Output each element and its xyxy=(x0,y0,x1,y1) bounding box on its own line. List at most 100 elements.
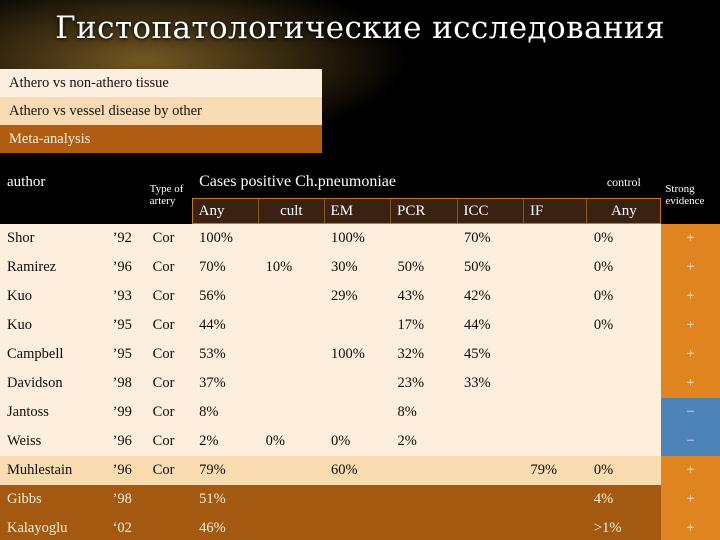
table-row: Jantoss ’99 Cor 8% 8% − xyxy=(0,398,720,427)
bullet-list: Athero vs non-athero tissue Athero vs ve… xyxy=(0,69,322,153)
if-cell xyxy=(523,398,587,427)
cult-cell: 0% xyxy=(258,427,325,456)
author-cell: Kuo xyxy=(0,311,106,340)
year-cell: ’96 xyxy=(105,253,146,282)
bullet-item-athero-vs-non-athero[interactable]: Athero vs non-athero tissue xyxy=(0,69,322,97)
if-cell: 79% xyxy=(523,456,587,485)
artery-cell: Cor xyxy=(145,311,193,340)
em-cell: 30% xyxy=(324,253,391,282)
icc-cell: 45% xyxy=(457,340,524,369)
any-cell: 8% xyxy=(192,398,259,427)
column-header-strong-evidence: Strong evidence xyxy=(660,166,720,224)
strong-evidence-cell: + xyxy=(660,223,720,253)
year-cell: ’92 xyxy=(105,223,146,253)
strong-evidence-cell: + xyxy=(660,340,720,369)
bullet-item-athero-vs-vessel-disease[interactable]: Athero vs vessel disease by other xyxy=(0,97,322,125)
artery-cell xyxy=(145,485,193,514)
strong-evidence-cell: + xyxy=(660,514,720,540)
table-row: Muhlestain ’96 Cor 79% 60% 79% 0% + xyxy=(0,456,720,485)
artery-cell: Cor xyxy=(145,427,193,456)
control-cell: 4% xyxy=(586,485,661,514)
icc-cell: 70% xyxy=(457,223,524,253)
if-cell xyxy=(523,427,587,456)
em-cell xyxy=(324,514,391,540)
cult-cell xyxy=(258,282,325,311)
pcr-cell: 17% xyxy=(390,311,458,340)
em-cell: 100% xyxy=(324,340,391,369)
year-cell: ’98 xyxy=(105,369,146,398)
pcr-cell xyxy=(390,223,458,253)
bullet-item-meta-analysis[interactable]: Meta-analysis xyxy=(0,125,322,153)
any-cell: 51% xyxy=(192,485,259,514)
table-row: Gibbs ’98 51% 4% + xyxy=(0,485,720,514)
table-row: Kalayoglu ‘02 46% >1% + xyxy=(0,514,720,540)
table-row: Kuo ’95 Cor 44% 17% 44% 0% + xyxy=(0,311,720,340)
icc-cell xyxy=(457,485,524,514)
table-body: Shor ’92 Cor 100% 100% 70% 0% + Ramirez ’96 Cor 70%… xyxy=(0,223,720,540)
cult-cell xyxy=(258,223,325,253)
any-cell: 2% xyxy=(192,427,259,456)
any-cell: 100% xyxy=(192,223,259,253)
strong-evidence-cell: + xyxy=(660,282,720,311)
table-header-sub-row: Any cult EM PCR ICC IF Any xyxy=(0,198,720,224)
cult-cell xyxy=(258,340,325,369)
strong-evidence-cell: − xyxy=(660,427,720,456)
column-header-type-of-artery: Type of artery xyxy=(145,166,193,224)
control-cell xyxy=(586,398,661,427)
icc-cell xyxy=(457,514,524,540)
if-cell xyxy=(523,485,587,514)
column-header-cases-positive: Cases positive Ch.pneumoniae xyxy=(192,166,587,199)
pcr-cell xyxy=(390,485,458,514)
control-cell: 0% xyxy=(586,253,661,282)
table-row: Ramirez ’96 Cor 70% 10% 30% 50% 50% 0% + xyxy=(0,253,720,282)
table-header-top-row: author Type of artery Cases positive Ch.… xyxy=(0,166,720,224)
author-cell: Muhlestain xyxy=(0,456,106,485)
if-cell xyxy=(523,340,587,369)
strong-evidence-cell: + xyxy=(660,311,720,340)
column-subheader-any: Any xyxy=(191,198,259,224)
control-cell: 0% xyxy=(586,223,661,253)
bullet-label: Meta-analysis xyxy=(9,130,91,147)
pcr-cell: 2% xyxy=(390,427,458,456)
author-cell: Davidson xyxy=(0,369,106,398)
control-cell: 0% xyxy=(586,282,661,311)
artery-cell: Cor xyxy=(145,456,193,485)
em-cell xyxy=(324,369,391,398)
any-cell: 53% xyxy=(192,340,259,369)
icc-cell xyxy=(457,398,524,427)
cult-cell xyxy=(258,311,325,340)
bullet-label: Athero vs vessel disease by other xyxy=(9,102,202,119)
strong-evidence-cell: + xyxy=(660,253,720,282)
em-cell xyxy=(324,398,391,427)
column-header-control: control xyxy=(586,166,661,199)
cult-cell xyxy=(258,369,325,398)
pcr-cell: 43% xyxy=(390,282,458,311)
any-cell: 70% xyxy=(192,253,259,282)
subheader-spacer xyxy=(0,198,146,224)
em-cell: 0% xyxy=(324,427,391,456)
em-cell xyxy=(324,485,391,514)
year-cell: ‘02 xyxy=(105,514,146,540)
table-row: Kuo ’93 Cor 56% 29% 43% 42% 0% + xyxy=(0,282,720,311)
em-cell xyxy=(324,311,391,340)
strong-evidence-cell: + xyxy=(660,456,720,485)
strong-evidence-cell: + xyxy=(660,485,720,514)
author-cell: Kalayoglu xyxy=(0,514,106,540)
artery-cell: Cor xyxy=(145,282,193,311)
year-cell: ’99 xyxy=(105,398,146,427)
artery-cell xyxy=(145,514,193,540)
table-row: Campbell ’95 Cor 53% 100% 32% 45% + xyxy=(0,340,720,369)
strong-evidence-cell: − xyxy=(660,398,720,427)
pcr-cell xyxy=(390,514,458,540)
year-cell: ’96 xyxy=(105,427,146,456)
table-row: Shor ’92 Cor 100% 100% 70% 0% + xyxy=(0,223,720,253)
author-cell: Shor xyxy=(0,223,106,253)
column-subheader-pcr: PCR xyxy=(390,198,458,224)
pcr-cell: 50% xyxy=(390,253,458,282)
author-cell: Jantoss xyxy=(0,398,106,427)
if-cell xyxy=(523,223,587,253)
any-cell: 56% xyxy=(192,282,259,311)
column-header-author: author xyxy=(0,166,146,199)
em-cell: 60% xyxy=(324,456,391,485)
control-cell xyxy=(586,369,661,398)
